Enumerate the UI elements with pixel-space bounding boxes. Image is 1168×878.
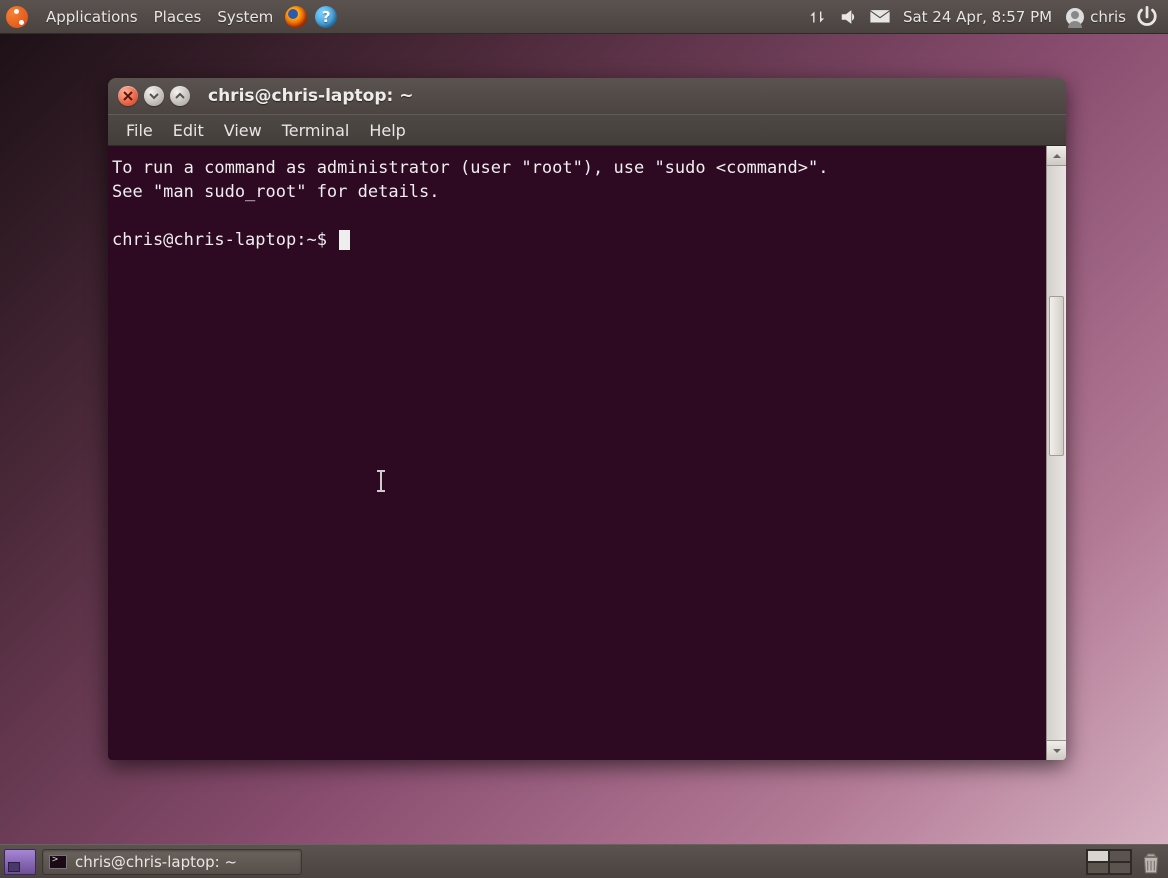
firefox-icon[interactable] bbox=[285, 6, 307, 28]
view-menu[interactable]: View bbox=[214, 118, 272, 143]
scrollbar[interactable] bbox=[1046, 146, 1066, 760]
power-icon[interactable] bbox=[1136, 6, 1158, 28]
workspace-1[interactable] bbox=[1087, 850, 1109, 862]
close-button[interactable] bbox=[118, 86, 138, 106]
scroll-down-button[interactable] bbox=[1047, 740, 1066, 760]
titlebar[interactable]: chris@chris-laptop: ~ bbox=[108, 78, 1066, 114]
text-cursor-icon bbox=[380, 470, 382, 492]
task-title: chris@chris-laptop: ~ bbox=[75, 853, 237, 871]
bottom-panel: chris@chris-laptop: ~ bbox=[0, 844, 1168, 878]
terminal-icon bbox=[49, 855, 67, 869]
help-menu[interactable]: Help bbox=[359, 118, 415, 143]
prompt: chris@chris-laptop:~$ bbox=[112, 230, 337, 250]
network-icon[interactable] bbox=[809, 6, 831, 28]
ubuntu-logo-icon[interactable] bbox=[6, 6, 28, 28]
menubar: File Edit View Terminal Help bbox=[108, 114, 1066, 146]
top-panel: Applications Places System ? Sat 24 Apr,… bbox=[0, 0, 1168, 34]
user-icon[interactable] bbox=[1066, 8, 1084, 26]
file-menu[interactable]: File bbox=[116, 118, 163, 143]
window-title: chris@chris-laptop: ~ bbox=[208, 86, 413, 106]
scroll-track[interactable] bbox=[1047, 166, 1066, 740]
user-name[interactable]: chris bbox=[1090, 8, 1126, 26]
scroll-up-button[interactable] bbox=[1047, 146, 1066, 166]
terminal-text[interactable]: To run a command as administrator (user … bbox=[108, 146, 1046, 760]
cursor-icon bbox=[339, 230, 350, 250]
minimize-button[interactable] bbox=[144, 86, 164, 106]
help-icon[interactable]: ? bbox=[315, 6, 337, 28]
motd-line-1: To run a command as administrator (user … bbox=[112, 158, 828, 178]
workspace-switcher[interactable] bbox=[1086, 849, 1132, 875]
places-menu[interactable]: Places bbox=[146, 8, 210, 26]
workspace-4[interactable] bbox=[1109, 862, 1131, 874]
terminal-window: chris@chris-laptop: ~ File Edit View Ter… bbox=[108, 78, 1066, 760]
trash-icon[interactable] bbox=[1138, 849, 1164, 875]
terminal-body: To run a command as administrator (user … bbox=[108, 146, 1066, 760]
mail-icon[interactable] bbox=[869, 6, 891, 28]
taskbar-item-terminal[interactable]: chris@chris-laptop: ~ bbox=[42, 849, 302, 875]
edit-menu[interactable]: Edit bbox=[163, 118, 214, 143]
motd-line-2: See "man sudo_root" for details. bbox=[112, 182, 440, 202]
show-desktop-button[interactable] bbox=[4, 849, 36, 875]
scroll-thumb[interactable] bbox=[1049, 296, 1064, 456]
clock[interactable]: Sat 24 Apr, 8:57 PM bbox=[903, 8, 1052, 26]
terminal-menu[interactable]: Terminal bbox=[272, 118, 360, 143]
maximize-button[interactable] bbox=[170, 86, 190, 106]
volume-icon[interactable] bbox=[839, 6, 861, 28]
workspace-2[interactable] bbox=[1109, 850, 1131, 862]
system-menu[interactable]: System bbox=[209, 8, 281, 26]
applications-menu[interactable]: Applications bbox=[38, 8, 146, 26]
workspace-3[interactable] bbox=[1087, 862, 1109, 874]
